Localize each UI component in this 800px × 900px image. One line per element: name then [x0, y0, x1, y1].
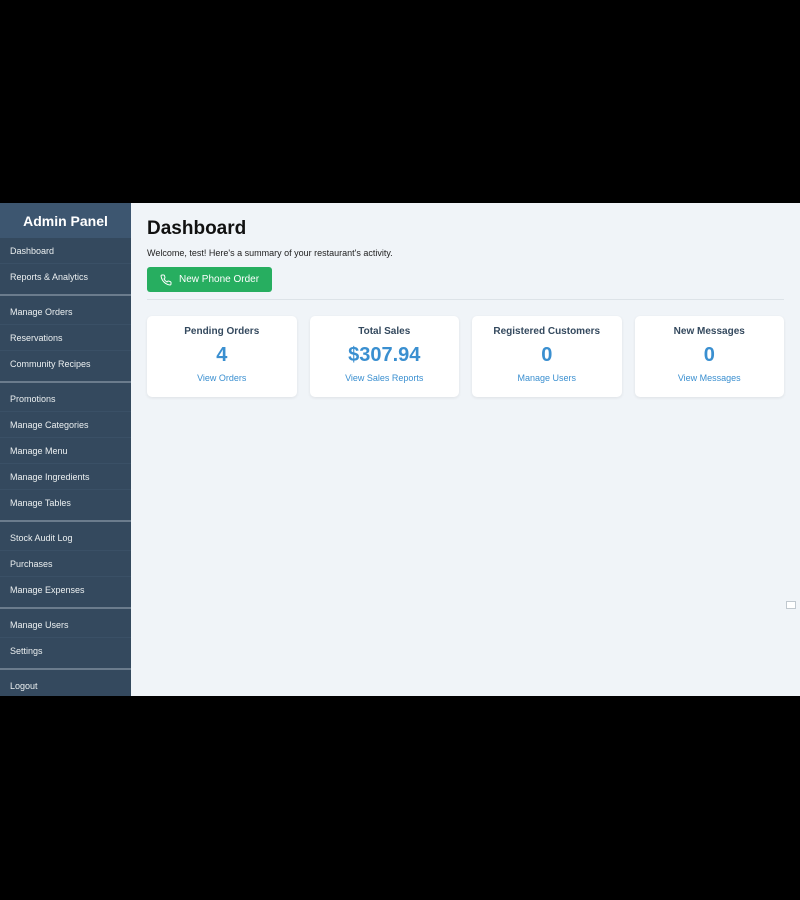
sidebar-item-community-recipes[interactable]: Community Recipes — [0, 351, 131, 377]
sidebar-group: Promotions Manage Categories Manage Menu Ma… — [0, 381, 131, 520]
sidebar-item-logout[interactable]: Logout — [0, 673, 131, 699]
sidebar-title: Admin Panel — [0, 203, 131, 238]
card-value: $307.94 — [348, 344, 421, 366]
stat-card: Total Sales $307.94 View Sales Reports — [309, 316, 459, 397]
stat-card: Registered Customers 0 Manage Users — [472, 316, 622, 397]
sidebar-item-purchases[interactable]: Purchases — [0, 551, 131, 577]
sidebar-item-reports-analytics[interactable]: Reports & Analytics — [0, 264, 131, 290]
new-phone-order-button[interactable]: New Phone Order — [147, 267, 273, 292]
sidebar-group: Logout — [0, 668, 131, 703]
sidebar-item-stock-audit-log[interactable]: Stock Audit Log — [0, 525, 131, 551]
card-value: 0 — [703, 344, 715, 366]
new-phone-order-label: New Phone Order — [179, 274, 260, 285]
card-link[interactable]: View Orders — [197, 373, 246, 383]
card-title: Pending Orders — [184, 326, 260, 337]
app: Admin Panel Dashboard Reports & Analytics… — [0, 203, 800, 696]
sidebar-item-manage-ingredients[interactable]: Manage Ingredients — [0, 464, 131, 490]
sidebar-item-manage-tables[interactable]: Manage Tables — [0, 490, 131, 516]
stats-cards: Pending Orders 4 View Orders Total Sales … — [147, 316, 784, 397]
phone-icon — [160, 273, 172, 285]
card-value: 0 — [541, 344, 553, 366]
stat-card: Pending Orders 4 View Orders — [147, 316, 297, 397]
mail-icon[interactable] — [786, 601, 796, 609]
sidebar-item-promotions[interactable]: Promotions — [0, 386, 131, 412]
welcome-text: Welcome, test! Here's a summary of your … — [147, 248, 393, 258]
sidebar-group: Manage Orders Reservations Community Recip… — [0, 294, 131, 381]
sidebar-item-manage-categories[interactable]: Manage Categories — [0, 412, 131, 438]
sidebar-item-manage-orders[interactable]: Manage Orders — [0, 299, 131, 325]
divider — [147, 299, 784, 300]
sidebar: Admin Panel Dashboard Reports & Analytics… — [0, 203, 131, 696]
card-title: New Messages — [673, 326, 745, 337]
card-link[interactable]: View Sales Reports — [345, 373, 423, 383]
stat-card: New Messages 0 View Messages — [634, 316, 784, 397]
card-title: Registered Customers — [493, 326, 601, 337]
page-title: Dashboard — [147, 218, 247, 239]
card-title: Total Sales — [358, 326, 411, 337]
sidebar-group: Dashboard Reports & Analytics — [0, 238, 131, 294]
card-link[interactable]: View Messages — [678, 373, 741, 383]
sidebar-item-settings[interactable]: Settings — [0, 638, 131, 664]
sidebar-group: Manage Users Settings — [0, 607, 131, 668]
card-link[interactable]: Manage Users — [517, 373, 576, 383]
sidebar-item-manage-menu[interactable]: Manage Menu — [0, 438, 131, 464]
main-content: Dashboard Welcome, test! Here's a summar… — [131, 203, 800, 696]
sidebar-item-reservations[interactable]: Reservations — [0, 325, 131, 351]
card-value: 4 — [216, 344, 228, 366]
sidebar-item-manage-expenses[interactable]: Manage Expenses — [0, 577, 131, 603]
sidebar-item-manage-users[interactable]: Manage Users — [0, 612, 131, 638]
sidebar-group: Stock Audit Log Purchases Manage Expenses — [0, 520, 131, 607]
sidebar-item-dashboard[interactable]: Dashboard — [0, 238, 131, 264]
